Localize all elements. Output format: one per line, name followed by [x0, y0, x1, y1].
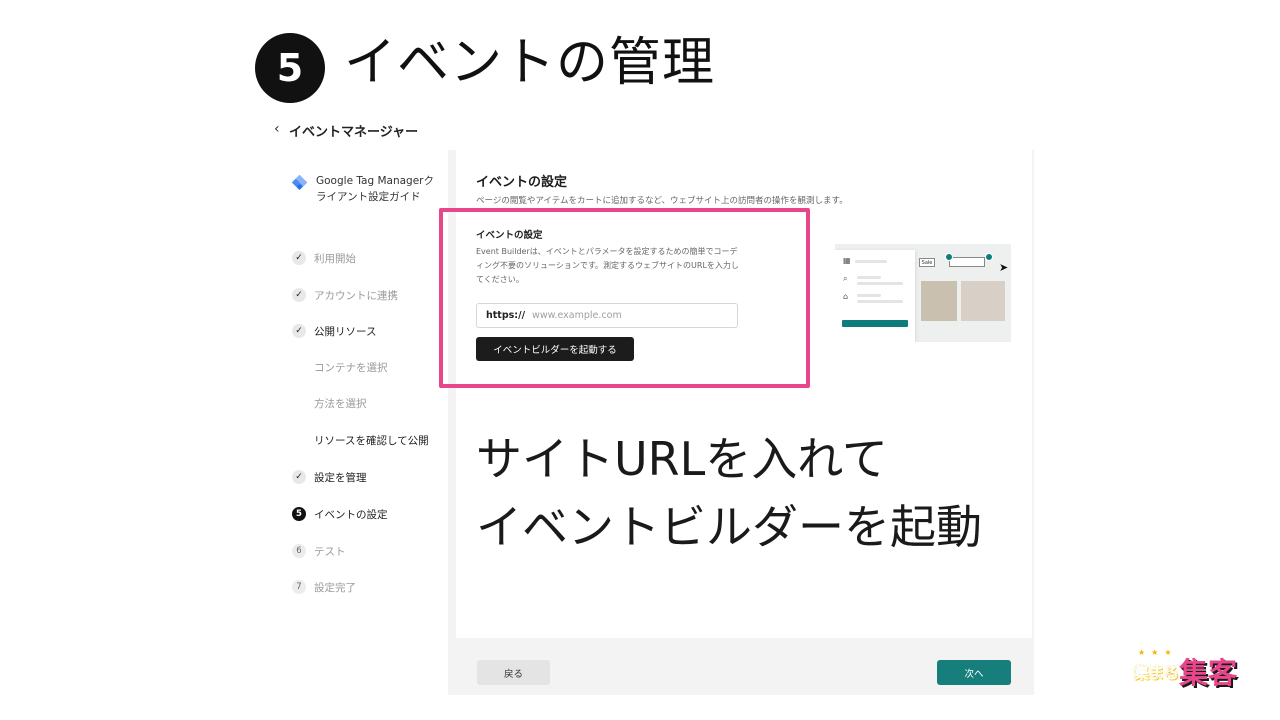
illustration-side-panel: ▦ ⌕ ⌂ — [835, 250, 915, 342]
sidebar-guide-header: Google Tag Managerクライアント設定ガイド — [291, 173, 436, 205]
sidebar-item-complete[interactable]: 7 設定完了 — [292, 579, 356, 595]
checkmark-icon: ✓ — [292, 288, 306, 302]
stars-icon: ★★★ — [1138, 648, 1178, 657]
product-image — [921, 281, 957, 321]
event-pin-icon — [985, 253, 993, 261]
event-builder-illustration: ▦ ⌕ ⌂ Sale ➤ — [835, 244, 1011, 342]
sidebar-item-label: イベントの設定 — [314, 508, 388, 521]
checkmark-icon: ✓ — [292, 251, 306, 265]
caption-line-2: イベントビルダーを起動 — [476, 500, 982, 554]
google-tag-manager-icon — [291, 174, 308, 191]
checkmark-icon: ✓ — [292, 324, 306, 338]
back-link-event-manager[interactable]: イベントマネージャー — [289, 121, 418, 140]
sidebar-subitem-select-container[interactable]: コンテナを選択 — [314, 360, 388, 376]
sale-tag: Sale — [919, 258, 935, 267]
sidebar-item-label: 利用開始 — [314, 252, 356, 265]
sidebar-item-link-account[interactable]: ✓ アカウントに連携 — [292, 287, 398, 303]
sidebar-item-manage-settings[interactable]: ✓ 設定を管理 — [292, 469, 367, 485]
setup-sidebar: Google Tag Managerクライアント設定ガイド ✓ 利用開始 ✓ ア… — [274, 150, 448, 695]
app-screenshot: ‹ イベントマネージャー Google Tag Managerクライアント設定ガ… — [274, 118, 1034, 695]
slide-caption: サイトURLを入れて イベントビルダーを起動 — [476, 425, 982, 561]
sidebar-item-test[interactable]: 6 テスト — [292, 543, 346, 559]
logo-big-text: 集客 — [1179, 656, 1238, 690]
sidebar-item-label: 設定を管理 — [314, 471, 367, 484]
step-number-icon: 7 — [292, 580, 306, 594]
sidebar-guide-title: Google Tag Managerクライアント設定ガイド — [316, 175, 435, 203]
back-button[interactable]: 戻る — [477, 660, 550, 685]
sidebar-subitem-select-method[interactable]: 方法を選択 — [314, 396, 367, 412]
step-number-badge: 5 — [255, 33, 325, 103]
sidebar-item-label: アカウントに連携 — [314, 289, 398, 302]
product-image — [961, 281, 1005, 321]
lock-icon: ⌂ — [843, 292, 849, 301]
highlight-box — [439, 208, 810, 388]
section-title: イベントの設定 — [476, 175, 568, 190]
sidebar-item-label: テスト — [314, 545, 346, 558]
sidebar-subitem-review-publish[interactable]: リソースを確認して公開 — [314, 433, 429, 449]
cursor-icon: ➤ — [999, 261, 1009, 274]
sidebar-item-start[interactable]: ✓ 利用開始 — [292, 250, 356, 266]
caption-line-1: サイトURLを入れて — [476, 432, 888, 486]
chevron-left-icon[interactable]: ‹ — [274, 121, 280, 137]
logo-small-text: 集まる — [1134, 664, 1180, 683]
grid-icon: ▦ — [843, 256, 851, 265]
app-header: ‹ イベントマネージャー — [274, 118, 1034, 150]
search-icon: ⌕ — [843, 274, 848, 283]
step-number-icon: 5 — [292, 507, 306, 521]
sidebar-item-event-setup[interactable]: 5 イベントの設定 — [292, 506, 388, 522]
sidebar-item-label: 設定完了 — [314, 581, 356, 594]
wizard-footer: 戻る 次へ — [456, 646, 1032, 695]
step-number-icon: 6 — [292, 544, 306, 558]
event-pin-icon — [945, 253, 953, 261]
checkmark-icon: ✓ — [292, 470, 306, 484]
slide-title: イベントの管理 — [344, 33, 716, 93]
illustration-teal-bar — [842, 320, 908, 327]
illustration-search-box — [949, 257, 985, 267]
sidebar-item-label: 公開リソース — [314, 325, 377, 338]
sidebar-item-publish-resources[interactable]: ✓ 公開リソース — [292, 323, 376, 339]
next-button[interactable]: 次へ — [937, 660, 1011, 685]
section-description: ページの閲覧やアイテムをカートに追加するなど、ウェブサイト上の訪問者の操作を観測… — [476, 196, 848, 206]
brand-logo: ★★★ 集まる 集客 — [1132, 648, 1248, 690]
